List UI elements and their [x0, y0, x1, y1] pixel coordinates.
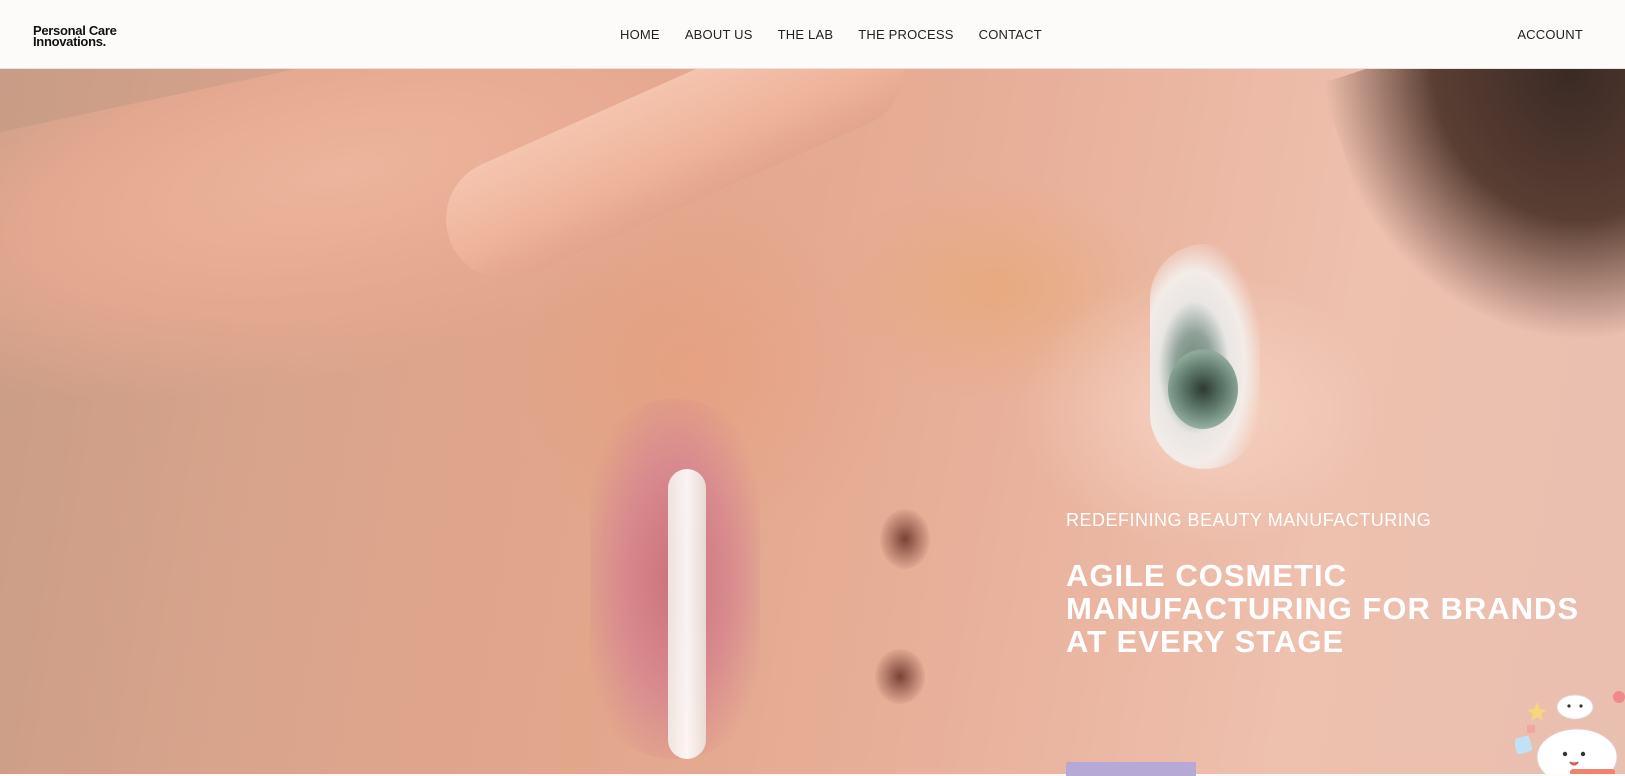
hero-image-nostril: [880, 509, 930, 569]
nav-item-the-lab[interactable]: THE LAB: [778, 27, 834, 42]
hero-image-iris: [1168, 349, 1238, 429]
mascot-sticker-icon[interactable]: [1515, 687, 1625, 774]
hero-eyebrow: REDEFINING BEAUTY MANUFACTURING: [1066, 510, 1432, 530]
main-nav: HOME ABOUT US THE LAB THE PROCESS CONTAC…: [620, 27, 1067, 42]
account-link[interactable]: ACCOUNT: [1517, 27, 1583, 42]
nav-item-about-us[interactable]: ABOUT US: [685, 27, 753, 42]
hero-section: [0, 69, 1625, 774]
site-header: Personal Care Innovations. HOME ABOUT US…: [0, 0, 1625, 69]
hero-image-teeth: [668, 469, 706, 759]
brand-logo[interactable]: Personal Care Innovations.: [33, 24, 117, 49]
logo-line-2: Innovations.: [33, 34, 106, 49]
hero-image-nostril: [875, 649, 925, 704]
hero-image-hair: [1321, 69, 1625, 398]
hero-headline: AGILE COSMETIC MANUFACTURING FOR BRANDS …: [1066, 558, 1580, 659]
nav-item-contact[interactable]: CONTACT: [979, 27, 1042, 42]
nav-item-the-process[interactable]: THE PROCESS: [858, 27, 953, 42]
hero-text-block: REDEFINING BEAUTY MANUFACTURING AGILE CO…: [1066, 510, 1625, 658]
nav-item-home[interactable]: HOME: [620, 27, 660, 42]
